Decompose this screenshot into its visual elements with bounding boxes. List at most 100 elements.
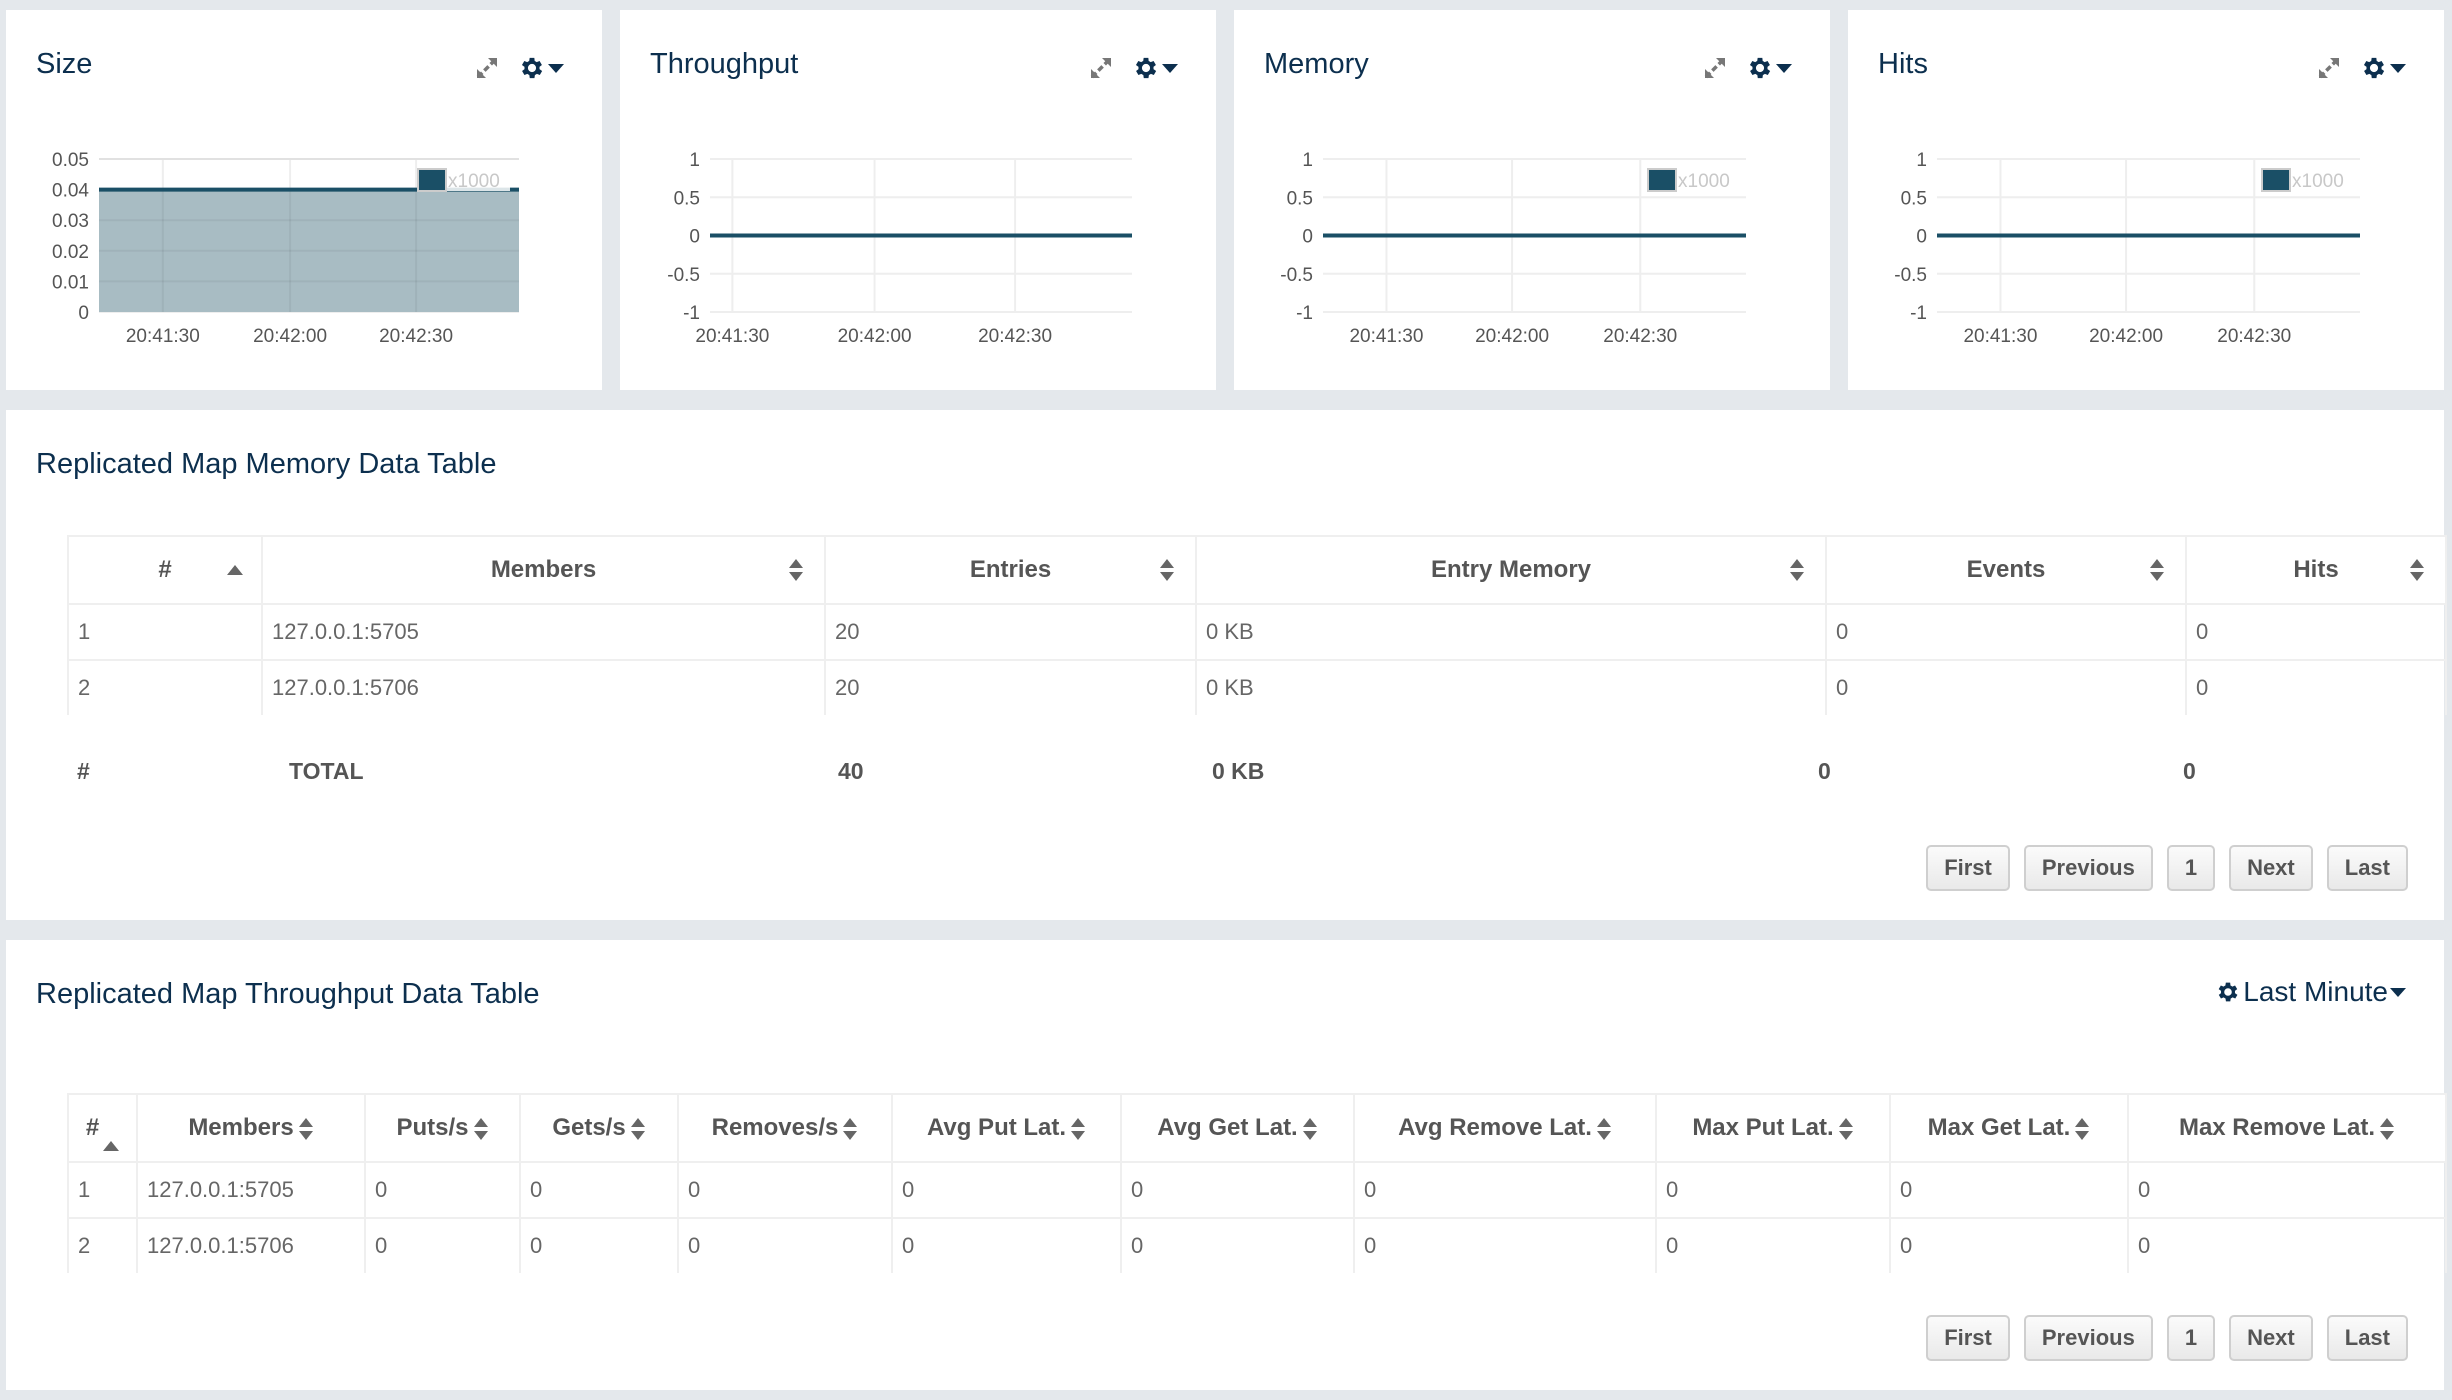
legend-swatch	[2261, 168, 2291, 192]
column-header[interactable]: Members	[261, 535, 826, 605]
sort-icon	[1790, 559, 1804, 581]
sort-ascending-icon	[103, 1114, 120, 1152]
table-cell: 0	[1889, 1161, 2129, 1218]
column-header-label: Members	[188, 1114, 294, 1141]
time-range-label: Last Minute	[2243, 976, 2388, 1007]
first-page-button[interactable]: First	[1926, 1315, 2010, 1361]
column-header[interactable]: Events	[1825, 535, 2187, 605]
previous-page-button[interactable]: Previous	[2023, 845, 2153, 891]
page-1-button[interactable]: 1	[2166, 845, 2216, 891]
total-value: #	[77, 758, 90, 784]
table-cell: 127.0.0.1:5706	[261, 659, 826, 715]
y-tick-label: 0.05	[52, 150, 89, 171]
last-page-button[interactable]: Last	[2326, 1315, 2408, 1361]
table-cell: 1	[67, 1161, 138, 1218]
column-header[interactable]: Entry Memory	[1195, 535, 1827, 605]
column-header[interactable]: #	[67, 535, 263, 605]
column-header[interactable]: Max Put Lat.	[1655, 1093, 1891, 1163]
y-tick-label: 0	[1302, 227, 1313, 248]
table-cell: 0	[2127, 1217, 2447, 1273]
column-header-label: Avg Put Lat.	[926, 1114, 1067, 1141]
sort-icon	[2380, 1117, 2395, 1140]
previous-page-button[interactable]: Previous	[2023, 1315, 2153, 1361]
table-cell: 127.0.0.1:5705	[136, 1161, 366, 1218]
sort-icon	[789, 559, 803, 581]
next-page-button[interactable]: Next	[2229, 1315, 2313, 1361]
table-cell: 127.0.0.1:5705	[261, 603, 826, 660]
sort-ascending-icon	[227, 565, 243, 575]
sort-icon	[2150, 559, 2164, 581]
legend-swatch	[417, 168, 447, 192]
sort-icon	[298, 1117, 313, 1140]
column-header[interactable]: Max Remove Lat.	[2127, 1093, 2447, 1163]
sort-icon	[1071, 1117, 1086, 1140]
table-cell: 0	[1120, 1161, 1355, 1218]
gear-icon	[2218, 982, 2238, 1002]
table-cell: 0	[364, 1161, 521, 1218]
sort-icon	[843, 1117, 858, 1140]
panel-title: Replicated Map Throughput Data Table	[36, 978, 540, 1010]
table-cell: 2	[67, 1217, 138, 1273]
y-tick-label: -0.5	[1894, 265, 1927, 286]
column-header-label: #	[85, 1113, 100, 1141]
sort-icon	[473, 1117, 488, 1140]
table-cell: 127.0.0.1:5706	[136, 1217, 366, 1273]
column-header-label: Gets/s	[552, 1114, 626, 1141]
y-tick-label: 0.5	[674, 188, 700, 209]
memory-table-pagination: First Previous 1 Next Last	[1926, 845, 2408, 891]
column-header[interactable]: #	[67, 1093, 138, 1163]
memory-table-panel: Replicated Map Memory Data Table # Member…	[6, 410, 2447, 920]
y-tick-label: -0.5	[1280, 265, 1313, 286]
column-header[interactable]: Entries	[824, 535, 1197, 605]
chart-svg: 0 0.01 0.02 0.03 0.04 0.05 20:41:30 20:42:00 20:…	[52, 150, 519, 347]
column-header[interactable]: Gets/s	[519, 1093, 679, 1163]
table-cell: 0	[677, 1161, 893, 1218]
x-tick-label: 20:41:30	[1963, 326, 2037, 347]
x-tick-label: 20:42:00	[838, 326, 912, 347]
column-header[interactable]: Avg Get Lat.	[1120, 1093, 1355, 1163]
x-tick-label: 20:42:30	[978, 326, 1052, 347]
chart-svg: -1 -0.5 0 0.5 1 20:41:30 20:42:00 20:42:30 x1000	[1280, 150, 1746, 347]
column-header[interactable]: Hits	[2185, 535, 2447, 605]
x-tick-label: 20:42:30	[1603, 326, 1677, 347]
y-tick-label: 0.5	[1287, 188, 1313, 209]
y-tick-label: 1	[1916, 150, 1927, 171]
page-1-button[interactable]: 1	[2166, 1315, 2216, 1361]
column-header[interactable]: Avg Put Lat.	[891, 1093, 1122, 1163]
column-header-label: Members	[490, 556, 597, 583]
column-header-label: Entries	[969, 556, 1052, 583]
time-range-dropdown[interactable]: Last Minute	[2215, 976, 2406, 1008]
table-cell: 0 KB	[1195, 659, 1827, 715]
last-page-button[interactable]: Last	[2326, 845, 2408, 891]
column-header[interactable]: Max Get Lat.	[1889, 1093, 2129, 1163]
x-tick-label: 20:42:30	[379, 326, 453, 347]
x-tick-label: 20:42:00	[253, 326, 327, 347]
column-header-label: Max Put Lat.	[1692, 1114, 1834, 1141]
column-header-label: Puts/s	[396, 1114, 469, 1141]
sort-icon	[1160, 559, 1174, 581]
table-cell: 20	[824, 659, 1197, 715]
y-tick-label: 1	[689, 150, 700, 171]
legend-label: x1000	[448, 171, 500, 192]
table-cell: 0	[1889, 1217, 2129, 1273]
next-page-button[interactable]: Next	[2229, 845, 2313, 891]
y-tick-label: 0.5	[1901, 188, 1927, 209]
sort-icon	[2410, 559, 2424, 581]
legend-swatch	[1647, 168, 1677, 192]
total-value: 0	[2183, 758, 2196, 784]
table-cell: 0	[1353, 1217, 1657, 1273]
total-value: 0	[1818, 758, 1831, 784]
column-header[interactable]: Members	[136, 1093, 366, 1163]
column-header[interactable]: Avg Remove Lat.	[1353, 1093, 1657, 1163]
column-header[interactable]: Puts/s	[364, 1093, 521, 1163]
column-header-label: Hits	[2293, 556, 2339, 583]
table-cell: 0	[1353, 1161, 1657, 1218]
y-tick-label: -1	[683, 303, 700, 324]
total-value: 40	[838, 758, 864, 784]
first-page-button[interactable]: First	[1926, 845, 2010, 891]
column-header-label: Max Remove Lat.	[2178, 1114, 2376, 1141]
x-tick-label: 20:41:30	[1349, 326, 1423, 347]
caret-down-icon	[2390, 987, 2406, 997]
y-tick-label: -0.5	[667, 265, 700, 286]
column-header[interactable]: Removes/s	[677, 1093, 893, 1163]
